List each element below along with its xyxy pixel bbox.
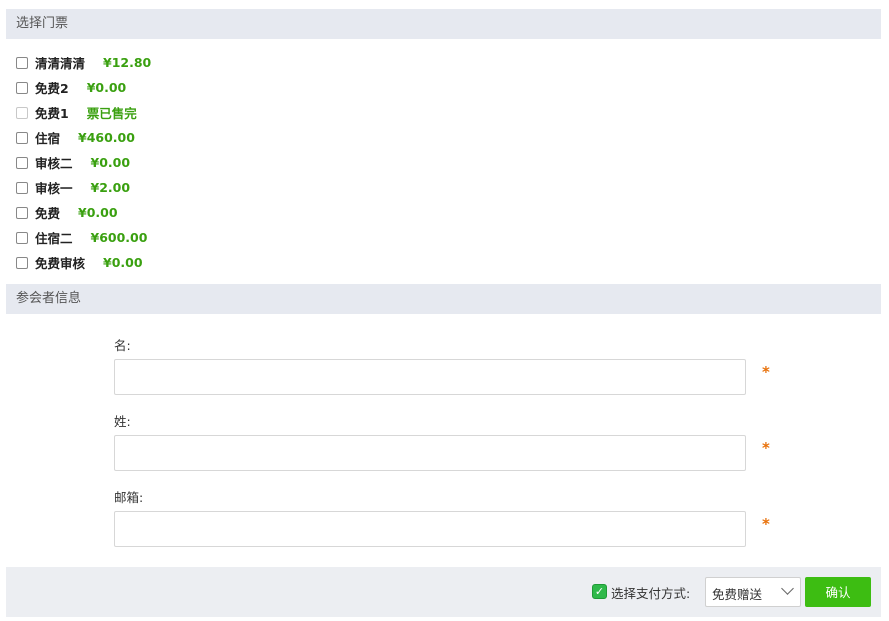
ticket-name: 免费 [35,206,61,221]
payment-method-select[interactable]: 免费赠送 [705,577,801,607]
ticket-checkbox[interactable] [16,206,28,219]
ticket-name: 审核二 [35,156,73,171]
ticket-price: ¥460.00 [78,130,135,145]
ticket-option[interactable]: 免费2 ¥0.00 [16,75,151,100]
ticket-option[interactable]: 免费审核 ¥0.00 [16,250,151,275]
ticket-name: 清清清清 [35,56,86,71]
ticket-checkbox[interactable] [16,131,28,144]
ticket-name: 免费审核 [35,256,86,271]
ticket-option[interactable]: 审核一 ¥2.00 [16,175,151,200]
attendee-section-header: 参会者信息 [6,284,881,314]
ticket-price: ¥0.00 [90,155,131,170]
ticket-option[interactable]: 住宿 ¥460.00 [16,125,151,150]
ticket-price: ¥600.00 [90,230,148,245]
ticket-name: 免费1 [35,106,69,121]
ticket-option-sold-out: 免费1 票已售完 [16,100,151,125]
ticket-checkbox-disabled [16,106,28,119]
ticket-name: 审核一 [35,181,73,196]
ticket-checkbox[interactable] [16,231,28,244]
required-marker: * [762,515,770,533]
ticket-option[interactable]: 住宿二 ¥600.00 [16,225,151,250]
payment-method-label: 选择支付方式: [611,586,691,601]
confirm-button[interactable]: 确认 [805,577,871,607]
ticket-price: ¥0.00 [103,255,143,270]
last-name-label: 姓: [114,414,131,429]
ticket-section-header: 选择门票 [6,9,881,39]
ticket-checkbox[interactable] [16,81,28,94]
check-icon: ✓ [592,584,607,599]
payment-footer: ✓ 选择支付方式: 免费赠送 确认 [6,567,881,617]
ticket-price: ¥2.00 [90,180,131,195]
ticket-checkbox[interactable] [16,256,28,269]
chevron-down-icon [781,582,794,595]
ticket-price: ¥12.80 [103,55,152,70]
ticket-list: 清清清清 ¥12.80 免费2 ¥0.00 免费1 票已售完 住宿 ¥460.0… [16,50,151,275]
email-input[interactable] [114,511,746,547]
email-label: 邮箱: [114,490,144,505]
ticket-option[interactable]: 审核二 ¥0.00 [16,150,151,175]
ticket-sold-out-status: 票已售完 [86,106,137,121]
required-marker: * [762,363,770,381]
payment-method-value: 免费赠送 [712,587,763,602]
last-name-input[interactable] [114,435,746,471]
ticket-name: 住宿 [35,131,61,146]
ticket-price: ¥0.00 [78,205,118,220]
ticket-checkbox[interactable] [16,181,28,194]
ticket-price: ¥0.00 [86,80,127,95]
ticket-option[interactable]: 清清清清 ¥12.80 [16,50,151,75]
ticket-option[interactable]: 免费 ¥0.00 [16,200,151,225]
required-marker: * [762,439,770,457]
ticket-checkbox[interactable] [16,156,28,169]
ticket-name: 住宿二 [35,231,73,246]
first-name-input[interactable] [114,359,746,395]
first-name-label: 名: [114,338,131,353]
ticket-checkbox[interactable] [16,56,28,69]
ticket-name: 免费2 [35,81,69,96]
